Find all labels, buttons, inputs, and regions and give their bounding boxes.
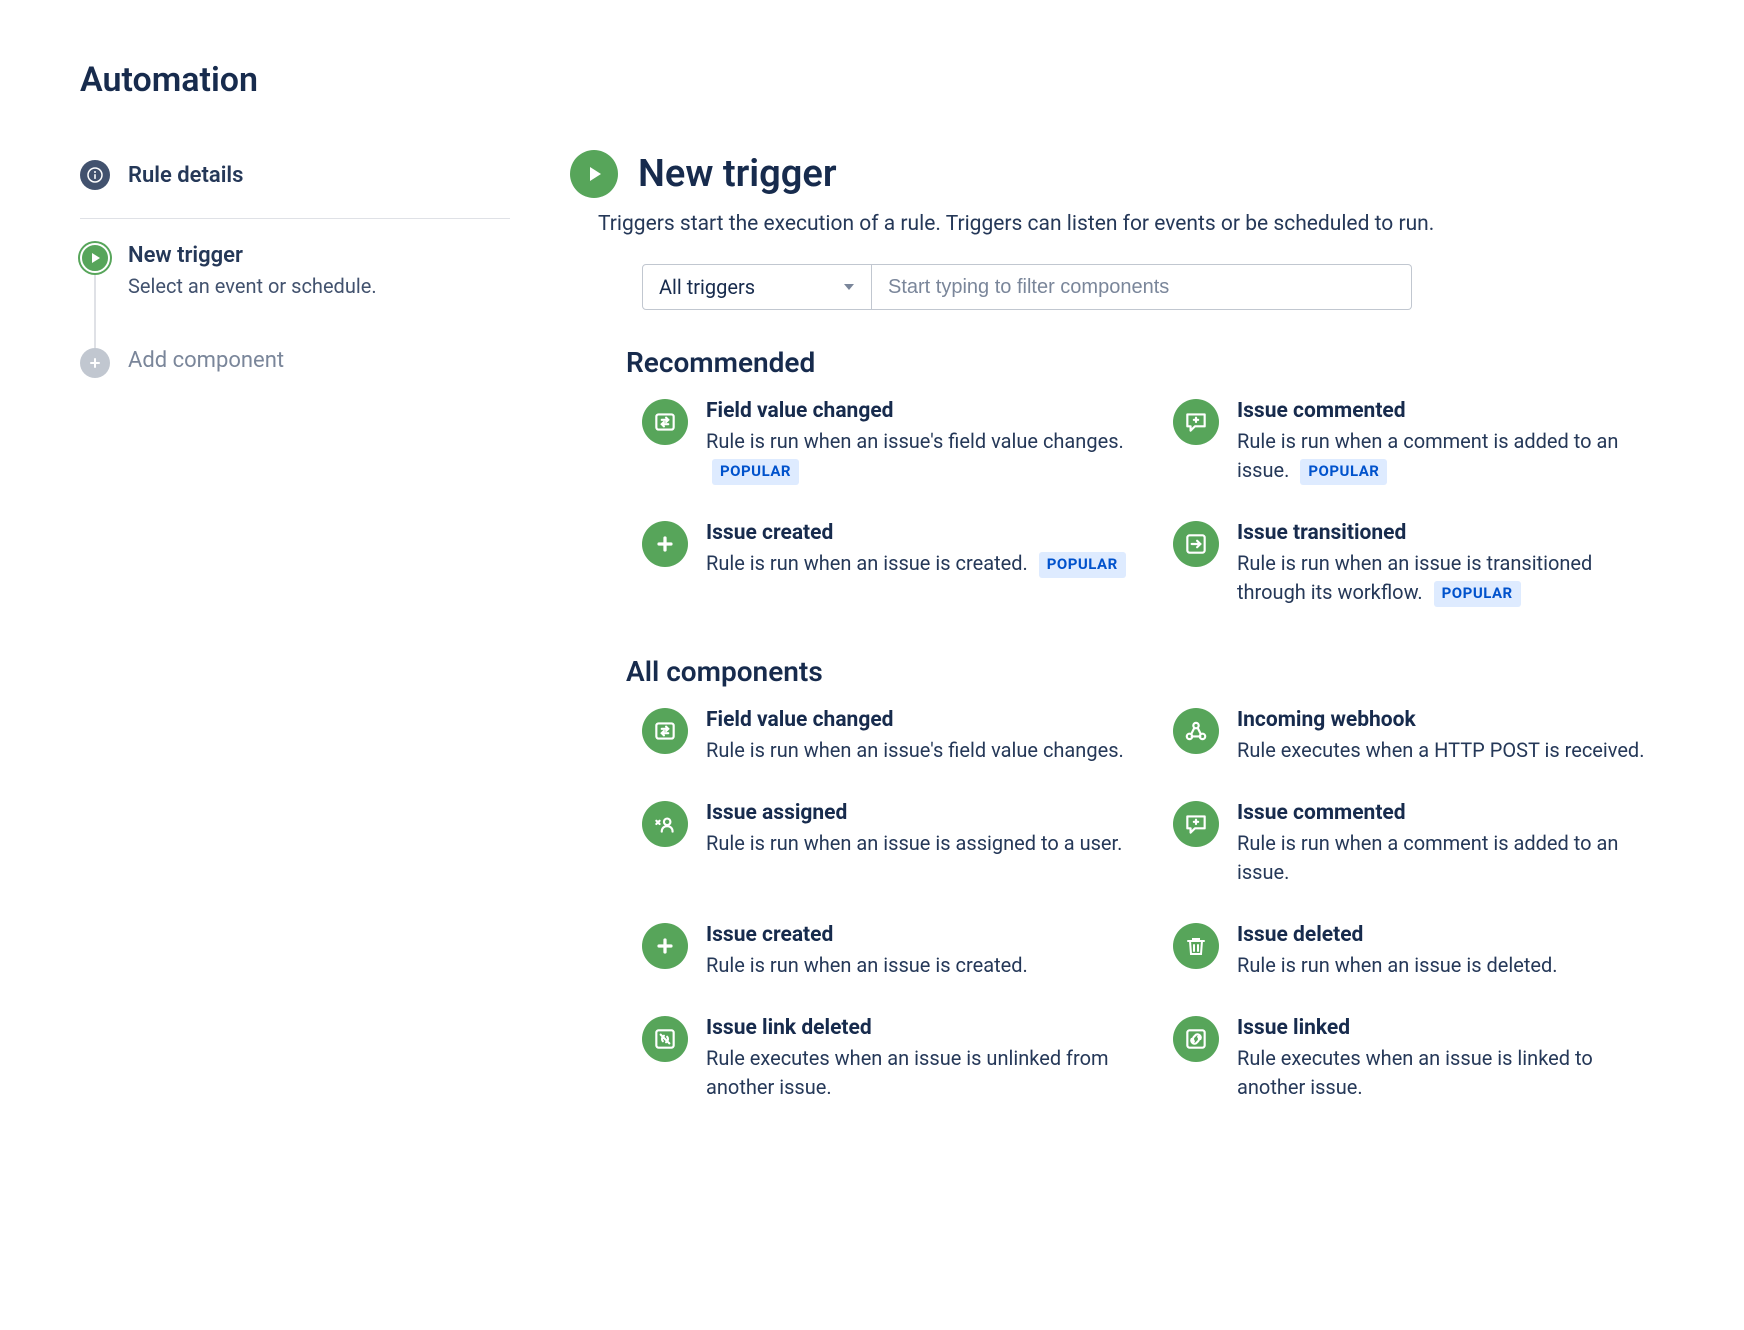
trigger-card[interactable]: Issue transitioned Rule is run when an is… (1173, 521, 1664, 607)
trigger-card[interactable]: Issue deleted Rule is run when an issue i… (1173, 923, 1664, 980)
card-body: Incoming webhook Rule executes when a HTT… (1237, 708, 1664, 765)
info-icon (80, 160, 110, 190)
main-description: Triggers start the execution of a rule. … (598, 212, 1664, 236)
card-body: Issue transitioned Rule is run when an is… (1237, 521, 1664, 607)
comment-icon (1173, 801, 1219, 847)
card-title: Issue linked (1237, 1016, 1664, 1040)
trigger-card[interactable]: Issue commented Rule is run when a commen… (1173, 399, 1664, 485)
card-title: Issue link deleted (706, 1016, 1133, 1040)
card-description: Rule is run when a comment is added to a… (1237, 829, 1664, 887)
card-body: Issue assigned Rule is run when an issue … (706, 801, 1133, 858)
assign-icon (642, 801, 688, 847)
card-body: Issue link deleted Rule executes when an … (706, 1016, 1133, 1102)
sidebar-item-rule-details[interactable]: Rule details (80, 150, 510, 200)
card-description: Rule is run when an issue is created. (706, 951, 1133, 980)
sidebar-item-label: New trigger (128, 243, 510, 268)
filter-components-input[interactable] (872, 264, 1412, 310)
card-body: Field value changed Rule is run when an i… (706, 399, 1133, 485)
page-title: Automation (80, 60, 1664, 100)
card-title: Issue commented (1237, 399, 1664, 423)
popular-badge: POPULAR (1434, 581, 1521, 607)
card-title: Issue transitioned (1237, 521, 1664, 545)
popular-badge: POPULAR (1039, 552, 1126, 578)
card-title: Issue deleted (1237, 923, 1664, 947)
card-title: Issue created (706, 923, 1133, 947)
main-content: New trigger Triggers start the execution… (570, 150, 1664, 1150)
link-icon (1173, 1016, 1219, 1062)
card-body: Field value changed Rule is run when an i… (706, 708, 1133, 765)
trigger-card[interactable]: Field value changed Rule is run when an i… (642, 399, 1133, 485)
trigger-card[interactable]: Issue created Rule is run when an issue i… (642, 923, 1133, 980)
chevron-down-icon (843, 283, 855, 291)
section-title-all: All components (626, 655, 1664, 688)
card-title: Issue assigned (706, 801, 1133, 825)
unlink-icon (642, 1016, 688, 1062)
trigger-card[interactable]: Issue assigned Rule is run when an issue … (642, 801, 1133, 887)
card-title: Issue created (706, 521, 1133, 545)
card-description: Rule is run when an issue is created. PO… (706, 549, 1133, 578)
card-body: Issue created Rule is run when an issue i… (706, 923, 1133, 980)
card-description: Rule is run when an issue is assigned to… (706, 829, 1133, 858)
card-description: Rule is run when an issue is transitione… (1237, 549, 1664, 607)
sidebar-item-label: Rule details (128, 163, 243, 188)
plus-icon (642, 521, 688, 567)
section-title-recommended: Recommended (626, 346, 1664, 379)
trigger-card[interactable]: Incoming webhook Rule executes when a HTT… (1173, 708, 1664, 765)
card-description: Rule executes when an issue is unlinked … (706, 1044, 1133, 1102)
card-body: Issue commented Rule is run when a commen… (1237, 801, 1664, 887)
card-description: Rule is run when an issue is deleted. (1237, 951, 1664, 980)
divider (80, 218, 510, 219)
plus-icon (642, 923, 688, 969)
card-title: Issue commented (1237, 801, 1664, 825)
sidebar-item-sublabel: Select an event or schedule. (128, 274, 510, 298)
comment-icon (1173, 399, 1219, 445)
popular-badge: POPULAR (1300, 459, 1387, 485)
sidebar-item-add-component[interactable]: Add component (80, 348, 510, 373)
popular-badge: POPULAR (712, 459, 799, 485)
play-icon (570, 150, 618, 198)
card-title: Field value changed (706, 399, 1133, 423)
play-icon (80, 243, 110, 273)
sidebar-item-label: Add component (128, 348, 510, 373)
webhook-icon (1173, 708, 1219, 754)
card-body: Issue created Rule is run when an issue i… (706, 521, 1133, 578)
main-title: New trigger (638, 152, 837, 196)
card-description: Rule executes when a HTTP POST is receiv… (1237, 736, 1664, 765)
swap-icon (642, 708, 688, 754)
card-description: Rule is run when a comment is added to a… (1237, 427, 1664, 485)
trigger-card[interactable]: Issue link deleted Rule executes when an … (642, 1016, 1133, 1102)
sidebar-item-new-trigger[interactable]: New trigger Select an event or schedule. (80, 243, 510, 298)
card-title: Incoming webhook (1237, 708, 1664, 732)
sidebar: Rule details New trigger Select an event… (80, 150, 510, 1150)
swap-icon (642, 399, 688, 445)
transition-icon (1173, 521, 1219, 567)
card-description: Rule executes when an issue is linked to… (1237, 1044, 1664, 1102)
card-description: Rule is run when an issue's field value … (706, 736, 1133, 765)
trigger-card[interactable]: Issue linked Rule executes when an issue … (1173, 1016, 1664, 1102)
select-value: All triggers (659, 275, 755, 299)
card-body: Issue deleted Rule is run when an issue i… (1237, 923, 1664, 980)
trigger-card[interactable]: Issue created Rule is run when an issue i… (642, 521, 1133, 607)
card-description: Rule is run when an issue's field value … (706, 427, 1133, 485)
card-title: Field value changed (706, 708, 1133, 732)
trigger-card[interactable]: Issue commented Rule is run when a commen… (1173, 801, 1664, 887)
trigger-card[interactable]: Field value changed Rule is run when an i… (642, 708, 1133, 765)
trigger-category-select[interactable]: All triggers (642, 264, 872, 310)
trash-icon (1173, 923, 1219, 969)
card-body: Issue commented Rule is run when a commen… (1237, 399, 1664, 485)
card-body: Issue linked Rule executes when an issue … (1237, 1016, 1664, 1102)
plus-icon (80, 348, 110, 378)
